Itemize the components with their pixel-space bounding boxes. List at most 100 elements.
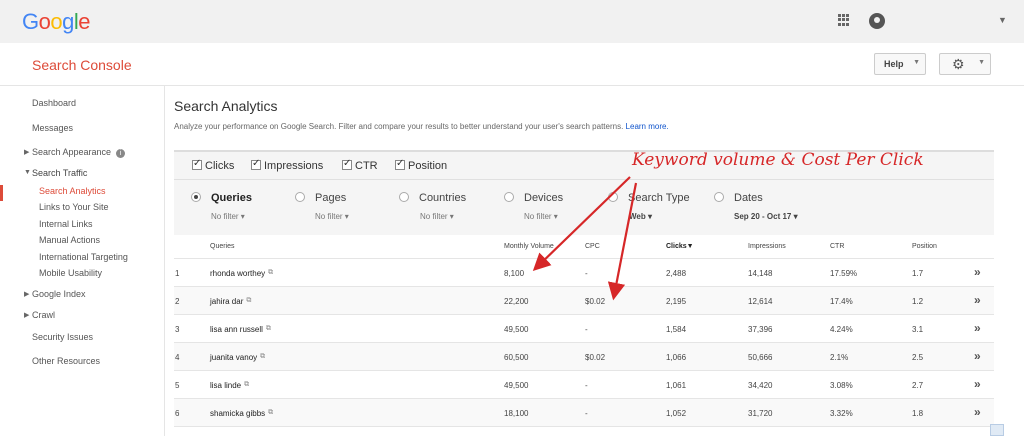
column-header-position[interactable]: Position (912, 243, 937, 250)
volume-cell: 49,500 (504, 381, 528, 390)
position-cell-text: 1.2 (912, 297, 924, 306)
table-row[interactable]: 5 lisa linde ⧉ 49,500 - 1,061 34,420 3.08% 2.7 » (174, 371, 994, 399)
row-details-chevron-icon[interactable]: » (974, 321, 981, 335)
query-cell-text: lisa linde (210, 381, 242, 390)
table-row[interactable]: 6 shamicka gibbs ⧉ 18,100 - 1,052 31,720 3.32% 1… (174, 399, 994, 427)
column-header-ctr[interactable]: CTR (830, 243, 844, 250)
sidebar-item-manual-actions[interactable]: Manual Actions (39, 235, 100, 245)
sidebar-item-security-issues[interactable]: Security Issues (32, 332, 93, 342)
cpc-cell: - (585, 325, 588, 334)
ctr-cell-text: 17.4% (830, 297, 853, 306)
column-header-queries[interactable]: Queries (210, 243, 235, 250)
sidebar-item-dashboard[interactable]: Dashboard (32, 98, 76, 108)
logo-letter: g (62, 9, 74, 34)
dimension-countries[interactable]: Countries (399, 192, 466, 204)
query-cell[interactable]: jahira dar ⧉ (210, 297, 251, 306)
table-row[interactable]: 1 rhonda worthey ⧉ 8,100 - 2,488 14,148 17.59% 1… (174, 259, 994, 287)
ctr-cell-text: 2.1% (830, 353, 849, 362)
clicks-cell: 2,195 (666, 297, 686, 306)
sidebar-item-mobile-usability[interactable]: Mobile Usability (39, 268, 102, 278)
product-title[interactable]: Search Console (32, 57, 132, 73)
query-cell[interactable]: lisa linde ⧉ (210, 381, 249, 390)
checkbox-icon (251, 158, 261, 170)
checkbox-icon (192, 158, 202, 170)
sidebar-item-search-analytics[interactable]: Search Analytics (39, 186, 106, 196)
account-icon[interactable] (869, 13, 885, 29)
sidebar-item-other-resources[interactable]: Other Resources (32, 356, 100, 366)
google-logo[interactable]: Google (22, 9, 91, 35)
sidebar-item-google-index[interactable]: Google Index (32, 289, 86, 299)
external-link-icon[interactable]: ⧉ (260, 353, 265, 361)
ctr-cell-text: 3.08% (830, 381, 853, 390)
row-details-chevron-icon[interactable]: » (974, 349, 981, 363)
position-cell: 1.2 (912, 297, 923, 306)
position-cell: 1.8 (912, 409, 923, 418)
position-cell: 2.7 (912, 381, 923, 390)
table-row[interactable]: 3 lisa ann russell ⧉ 49,500 - 1,584 37,396 4.24… (174, 315, 994, 343)
external-link-icon[interactable]: ⧉ (268, 269, 273, 277)
query-cell[interactable]: juanita vanoy ⧉ (210, 353, 265, 362)
row-details-chevron-icon[interactable]: » (974, 293, 981, 307)
dimension-queries[interactable]: Queries (191, 192, 252, 204)
ctr-checkbox[interactable]: CTR (342, 158, 378, 172)
checkbox-label: CTR (355, 160, 378, 172)
dimension-devices[interactable]: Devices (504, 192, 563, 204)
expand-arrow-icon[interactable]: ▶ (24, 290, 29, 298)
impressions-checkbox[interactable]: Impressions (251, 158, 323, 172)
queries-filter-dropdown[interactable]: No filter ▾ (211, 212, 245, 221)
expand-arrow-icon[interactable]: ▶ (24, 148, 29, 156)
sidebar-item-search-appearance[interactable]: Search Appearance i (32, 147, 126, 158)
row-details-chevron-icon[interactable]: » (974, 377, 981, 391)
pages-filter-dropdown[interactable]: No filter ▾ (315, 212, 349, 221)
devices-filter-dropdown[interactable]: No filter ▾ (524, 212, 558, 221)
external-link-icon[interactable]: ⧉ (268, 409, 273, 417)
column-header-impressions[interactable]: Impressions (748, 243, 786, 250)
sidebar-item-international-targeting[interactable]: International Targeting (39, 252, 128, 262)
table-row[interactable]: 2 jahira dar ⧉ 22,200 $0.02 2,195 12,614 17.4% 1… (174, 287, 994, 315)
apps-grid-icon[interactable] (838, 14, 850, 26)
dimension-label: Dates (734, 192, 763, 204)
expand-arrow-icon[interactable]: ▶ (24, 311, 29, 319)
ctr-cell: 3.32% (830, 409, 853, 418)
clicks-checkbox[interactable]: Clicks (192, 158, 234, 172)
sidebar-item-search-traffic[interactable]: Search Traffic (32, 168, 87, 178)
position-checkbox[interactable]: Position (395, 158, 447, 172)
page-title: Search Analytics (174, 98, 278, 114)
clicks-cell-text: 2,195 (666, 297, 687, 306)
countries-filter-dropdown[interactable]: No filter ▾ (420, 212, 454, 221)
column-header-clicks[interactable]: Clicks▼ (666, 243, 694, 250)
external-link-icon[interactable]: ⧉ (246, 297, 251, 305)
query-cell[interactable]: rhonda worthey ⧉ (210, 269, 273, 278)
external-link-icon[interactable]: ⧉ (244, 381, 249, 389)
sidebar-item-crawl[interactable]: Crawl (32, 310, 55, 320)
external-link-icon[interactable]: ⧉ (266, 325, 271, 333)
corner-widget (990, 424, 1004, 436)
dimension-pages[interactable]: Pages (295, 192, 346, 204)
dimension-search-type[interactable]: Search Type (608, 192, 690, 204)
query-cell[interactable]: lisa ann russell ⧉ (210, 325, 271, 334)
volume-cell: 49,500 (504, 325, 528, 334)
dimension-dates[interactable]: Dates (714, 192, 763, 204)
settings-button[interactable]: ⚙ ▼ (939, 53, 991, 75)
column-header-monthly-volume[interactable]: Monthly Volume (504, 243, 554, 250)
dates-dropdown[interactable]: Sep 20 - Oct 17 ▾ (734, 212, 798, 221)
account-caret-icon[interactable]: ▼ (998, 15, 1007, 25)
row-details-chevron-icon[interactable]: » (974, 405, 981, 419)
row-number-text: 3 (175, 325, 180, 334)
sidebar-item-internal-links[interactable]: Internal Links (39, 219, 93, 229)
column-header-cpc[interactable]: CPC (585, 243, 600, 250)
search-type-dropdown[interactable]: Web ▾ (629, 212, 652, 221)
volume-cell: 8,100 (504, 269, 524, 278)
row-number: 5 (175, 381, 179, 390)
sidebar-item-messages[interactable]: Messages (32, 123, 73, 133)
radio-icon (714, 192, 724, 202)
query-cell[interactable]: shamicka gibbs ⧉ (210, 409, 273, 418)
help-button[interactable]: Help ▼ (874, 53, 926, 75)
collapse-arrow-icon[interactable]: ▼ (24, 169, 31, 176)
table-row[interactable]: 4 juanita vanoy ⧉ 60,500 $0.02 1,066 50,666 2.1… (174, 343, 994, 371)
learn-more-link[interactable]: Learn more. (626, 122, 669, 131)
query-cell-text: shamicka gibbs (210, 409, 266, 418)
info-icon[interactable]: i (116, 149, 126, 158)
sidebar-item-links-to-your-site[interactable]: Links to Your Site (39, 202, 109, 212)
row-details-chevron-icon[interactable]: » (974, 265, 981, 279)
